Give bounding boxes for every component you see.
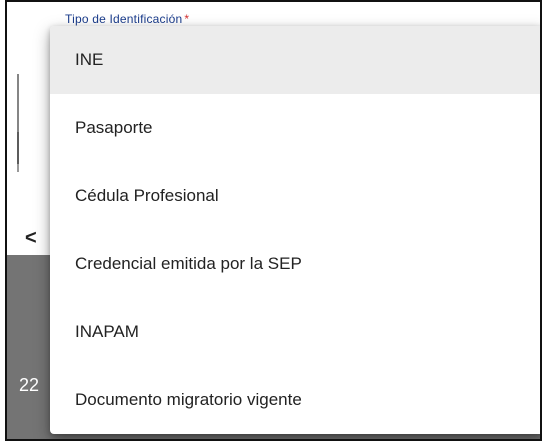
dropdown-option-credencial-sep[interactable]: Credencial emitida por la SEP bbox=[50, 230, 540, 298]
identification-type-label: Tipo de Identificación * bbox=[65, 12, 189, 26]
dropdown-option-cedula-profesional[interactable]: Cédula Profesional bbox=[50, 162, 540, 230]
identification-type-label-text: Tipo de Identificación bbox=[65, 12, 183, 26]
required-mark: * bbox=[184, 12, 190, 26]
side-number: 22 bbox=[19, 375, 40, 395]
dropdown-option-inapam[interactable]: INAPAM bbox=[50, 298, 540, 366]
screenshot-frame: Tipo de Identificación * < 22 INE Pasapor… bbox=[5, 0, 542, 441]
dropdown-option-ine[interactable]: INE bbox=[50, 26, 540, 94]
identification-type-dropdown: INE Pasaporte Cédula Profesional Credenc… bbox=[50, 26, 540, 434]
dropdown-option-pasaporte[interactable]: Pasaporte bbox=[50, 94, 540, 162]
left-edge-marks-lower bbox=[17, 132, 22, 172]
previous-arrow-icon[interactable]: < bbox=[25, 228, 37, 248]
dropdown-option-documento-migratorio[interactable]: Documento migratorio vigente bbox=[50, 366, 540, 434]
